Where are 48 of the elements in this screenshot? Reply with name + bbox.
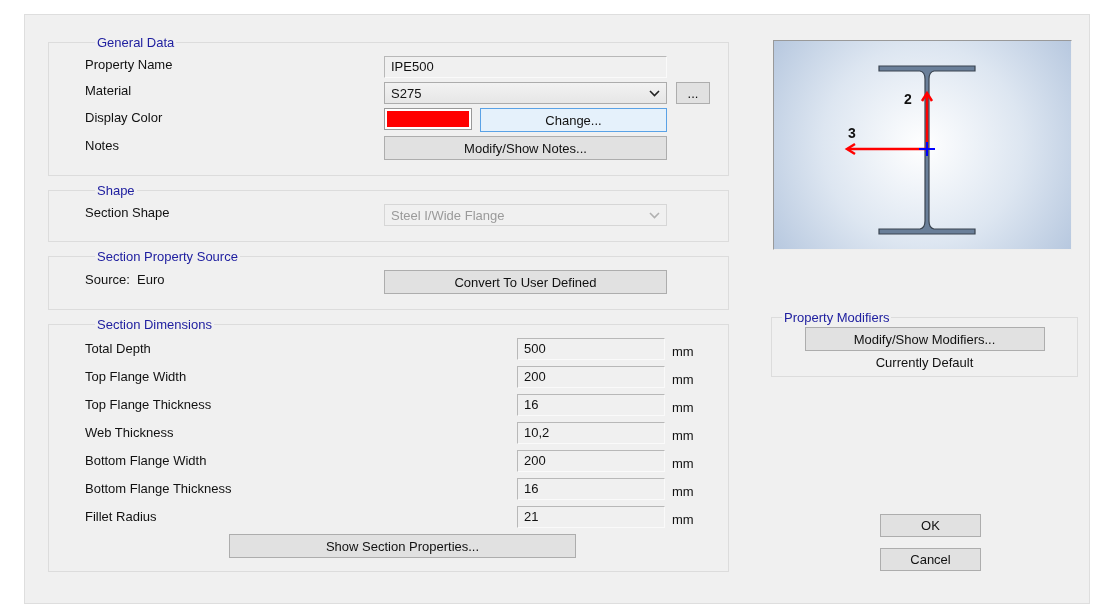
- dimension-field[interactable]: 10,2: [517, 422, 665, 444]
- field-label: Section Shape: [85, 204, 171, 222]
- dimension-field[interactable]: 500: [517, 338, 665, 360]
- unit-label: mm: [672, 482, 695, 499]
- group-title: Property Modifiers: [783, 310, 891, 325]
- convert-button[interactable]: Convert To User Defined: [384, 270, 667, 294]
- group-title: Shape: [96, 183, 136, 198]
- modifiers-button[interactable]: Modify/Show Modifiers...: [804, 327, 1045, 351]
- dimension-field[interactable]: 16: [517, 394, 665, 416]
- chevron-down-icon: [649, 89, 660, 97]
- chevron-down-icon: [649, 211, 660, 219]
- dialog-button[interactable]: OK: [880, 514, 981, 537]
- group-title: General Data: [96, 35, 176, 50]
- dimension-label: Top Flange Thickness: [85, 396, 213, 414]
- dimension-label: Top Flange Width: [85, 368, 188, 386]
- field-label: Display Color: [85, 109, 164, 127]
- dimension-label: Bottom Flange Width: [85, 452, 208, 470]
- notes-button[interactable]: Modify/Show Notes...: [384, 136, 667, 160]
- unit-label: mm: [672, 370, 695, 387]
- modifiers-status: Currently Default: [875, 355, 974, 370]
- dimension-label: Total Depth: [85, 340, 152, 358]
- field-label: Material: [85, 82, 133, 100]
- dimension-label: Bottom Flange Thickness: [85, 480, 233, 498]
- dimension-field[interactable]: 200: [517, 366, 665, 388]
- browse-button[interactable]: ...: [676, 82, 710, 104]
- unit-label: mm: [672, 510, 695, 527]
- dialog-button[interactable]: Cancel: [880, 548, 981, 571]
- dimension-label: Fillet Radius: [85, 508, 158, 526]
- axis-label: 3: [848, 125, 856, 141]
- dimension-field[interactable]: 16: [517, 478, 665, 500]
- material-dropdown[interactable]: S275: [384, 82, 667, 104]
- unit-label: mm: [672, 426, 695, 443]
- show-properties-button[interactable]: Show Section Properties...: [229, 534, 576, 558]
- origin-cross-icon: [918, 141, 936, 157]
- axis-label: 2: [904, 91, 912, 107]
- change-button[interactable]: Change...: [480, 108, 667, 132]
- field-label: Notes: [85, 137, 120, 155]
- unit-label: mm: [672, 454, 695, 471]
- dimension-label: Web Thickness: [85, 424, 175, 442]
- field-label: Property Name: [85, 56, 174, 74]
- unit-label: mm: [672, 398, 695, 415]
- dimension-field[interactable]: 200: [517, 450, 665, 472]
- dimension-field[interactable]: 21: [517, 506, 665, 528]
- unit-label: mm: [672, 342, 695, 359]
- source-label: Source: Euro: [85, 271, 166, 289]
- property-name-field[interactable]: IPE500: [384, 56, 667, 78]
- group-title: Section Property Source: [96, 249, 239, 264]
- group-title: Section Dimensions: [96, 317, 213, 332]
